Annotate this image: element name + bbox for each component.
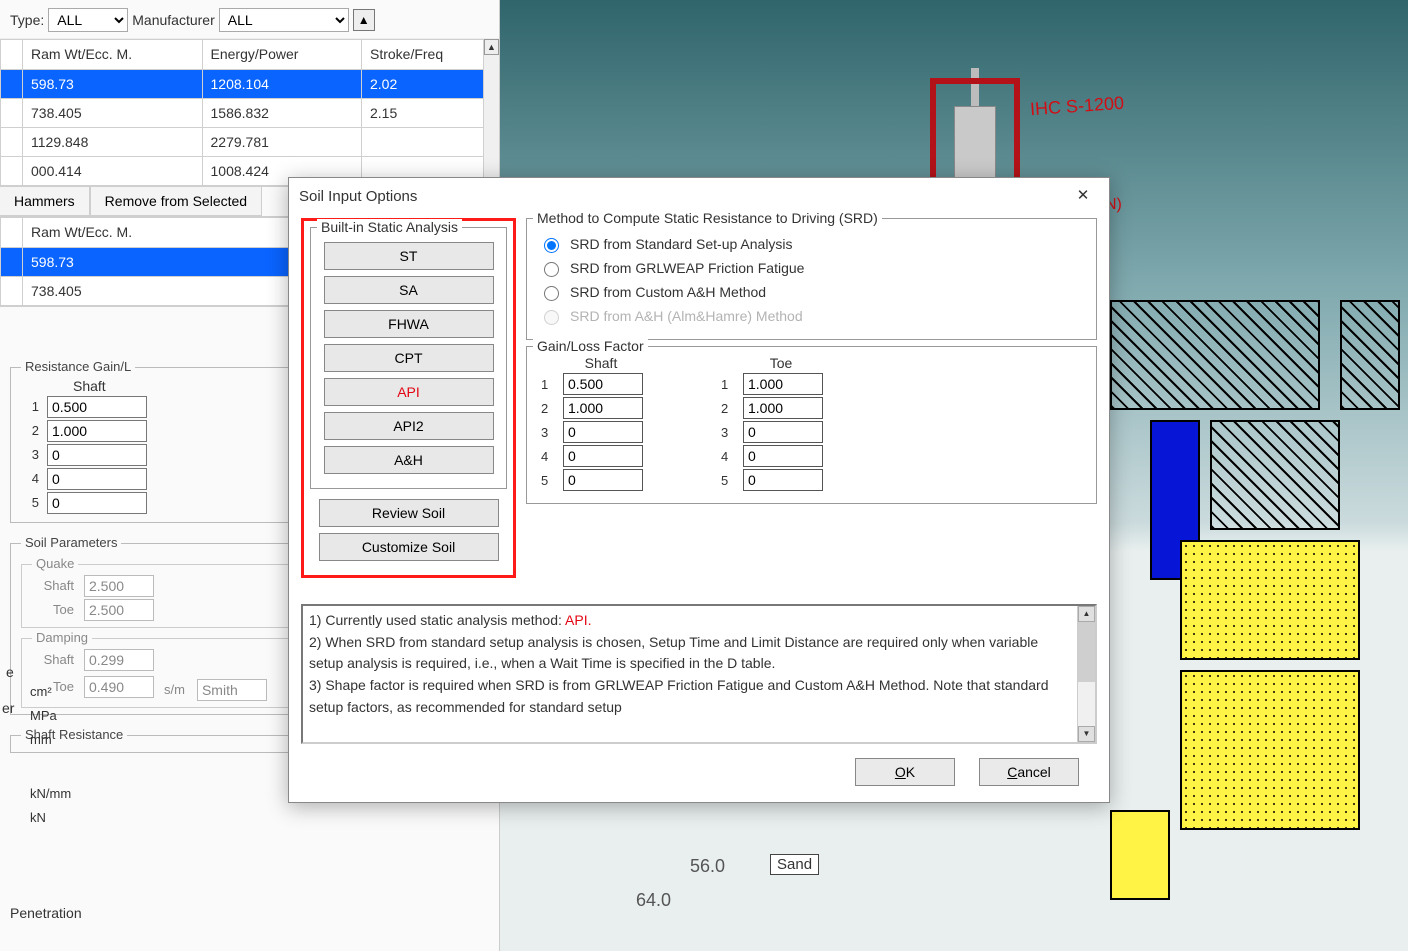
scroll-thumb[interactable] (1078, 622, 1095, 682)
gl2-shaft-3[interactable] (563, 421, 643, 443)
gl2-toe-4[interactable] (743, 445, 823, 467)
gain-loss-legend: Resistance Gain/L (21, 359, 135, 374)
builtin-legend: Built-in Static Analysis (317, 219, 462, 235)
hammers-button[interactable]: Hammers (0, 187, 90, 216)
review-soil-button[interactable]: Review Soil (319, 499, 499, 527)
gl-shaft-5[interactable] (47, 492, 147, 514)
gl-shaft-2[interactable] (47, 420, 147, 442)
gl2-toe-1[interactable] (743, 373, 823, 395)
grid1-scrollbar[interactable]: ▲ (483, 39, 499, 186)
depth-64: 64.0 (636, 890, 671, 911)
soil-input-options-dialog: Soil Input Options ✕ Built-in Static Ana… (288, 177, 1110, 803)
filter-bar: Type: ALL Manufacturer ALL ▲ (0, 0, 499, 39)
close-icon[interactable]: ✕ (1067, 184, 1099, 208)
soil-params-legend: Soil Parameters (21, 535, 121, 550)
gl-shaft-4[interactable] (47, 468, 147, 490)
method-aah-button[interactable]: A&H (324, 446, 494, 474)
quake-shaft-input[interactable] (84, 575, 154, 597)
hammer-label: IHC S-1200 (1029, 93, 1124, 121)
remove-selected-button[interactable]: Remove from Selected (90, 187, 262, 216)
partial-er: er (2, 700, 14, 716)
notes-scrollbar[interactable]: ▲ ▼ (1077, 606, 1095, 742)
method-fhwa-button[interactable]: FHWA (324, 310, 494, 338)
gl2-toe-5[interactable] (743, 469, 823, 491)
damping-model[interactable] (197, 679, 267, 701)
quake-legend: Quake (32, 556, 78, 571)
gl-shaft-1[interactable] (47, 396, 147, 418)
gl2-shaft-2[interactable] (563, 397, 643, 419)
unit-kn-mm: kN/mm (30, 782, 71, 806)
type-select[interactable]: ALL (48, 8, 128, 32)
dialog-title: Soil Input Options (299, 188, 417, 205)
gl-shaft-header: Shaft (541, 355, 661, 371)
dialog-titlebar[interactable]: Soil Input Options ✕ (289, 178, 1109, 214)
notes-textarea[interactable]: 1) Currently used static analysis method… (301, 604, 1097, 744)
manufacturer-select[interactable]: ALL (219, 8, 349, 32)
unit-cm2: cm² (30, 680, 71, 704)
hammer-grid-1: Ram Wt/Ecc. M. Energy/Power Stroke/Freq … (0, 39, 499, 187)
scroll-up-icon[interactable]: ▲ (1078, 606, 1095, 622)
type-label: Type: (10, 12, 44, 28)
srd-standard-radio[interactable]: SRD from Standard Set-up Analysis (539, 235, 1084, 253)
gain-loss-dialog-group: Gain/Loss Factor Shaft 1 2 3 4 5 Toe 1 2 (526, 346, 1097, 504)
builtin-highlight: Built-in Static Analysis ST SA FHWA CPT … (301, 218, 516, 578)
depth-56: 56.0 (690, 856, 725, 877)
gl2-shaft-1[interactable] (563, 373, 643, 395)
scroll-down-icon[interactable]: ▼ (1078, 726, 1095, 742)
method-api-button[interactable]: API (324, 378, 494, 406)
gl-legend: Gain/Loss Factor (533, 338, 648, 354)
cancel-button[interactable]: Cancel (979, 758, 1079, 786)
mfr-label: Manufacturer (132, 12, 214, 28)
method-st-button[interactable]: ST (324, 242, 494, 270)
builtin-static-group: Built-in Static Analysis ST SA FHWA CPT … (310, 227, 507, 489)
quake-toe-input[interactable] (84, 599, 154, 621)
unit-mm: mm (30, 728, 71, 752)
hammer-table-1[interactable]: Ram Wt/Ecc. M. Energy/Power Stroke/Freq … (0, 39, 499, 186)
ok-button[interactable]: OK (855, 758, 955, 786)
damping-unit: s/m (164, 682, 185, 697)
gl2-toe-3[interactable] (743, 421, 823, 443)
gl2-toe-2[interactable] (743, 397, 823, 419)
scroll-up-icon[interactable]: ▲ (484, 39, 499, 55)
table-row[interactable]: 1129.8482279.781 (1, 127, 499, 156)
method-cpt-button[interactable]: CPT (324, 344, 494, 372)
method-api2-button[interactable]: API2 (324, 412, 494, 440)
gl-toe-header: Toe (721, 355, 841, 371)
gl2-shaft-5[interactable] (563, 469, 643, 491)
srd-legend: Method to Compute Static Resistance to D… (533, 210, 882, 226)
unit-kn: kN (30, 806, 71, 830)
srd-grlweap-radio[interactable]: SRD from GRLWEAP Friction Fatigue (539, 259, 1084, 277)
damp-shaft-input[interactable] (84, 649, 154, 671)
move-up-button[interactable]: ▲ (353, 9, 375, 31)
method-sa-button[interactable]: SA (324, 276, 494, 304)
damping-legend: Damping (32, 630, 92, 645)
penetration-label: Penetration (10, 905, 82, 921)
damp-toe-input[interactable] (84, 676, 154, 698)
table-row[interactable]: 738.4051586.8322.15 (1, 98, 499, 127)
srd-aah-radio: SRD from A&H (Alm&Hamre) Method (539, 307, 1084, 325)
soil-sand-label: Sand (770, 854, 819, 875)
gl2-shaft-4[interactable] (563, 445, 643, 467)
table-row[interactable]: 598.731208.1042.02 (1, 69, 499, 98)
customize-soil-button[interactable]: Customize Soil (319, 533, 499, 561)
gl-shaft-3[interactable] (47, 444, 147, 466)
srd-custom-aah-radio[interactable]: SRD from Custom A&H Method (539, 283, 1084, 301)
srd-method-group: Method to Compute Static Resistance to D… (526, 218, 1097, 340)
soil-column (1110, 300, 1408, 951)
unit-mpa: MPa (30, 704, 71, 728)
unit-list: cm² MPa mm kN/mm kN (30, 680, 71, 830)
partial-e: e (6, 664, 14, 680)
